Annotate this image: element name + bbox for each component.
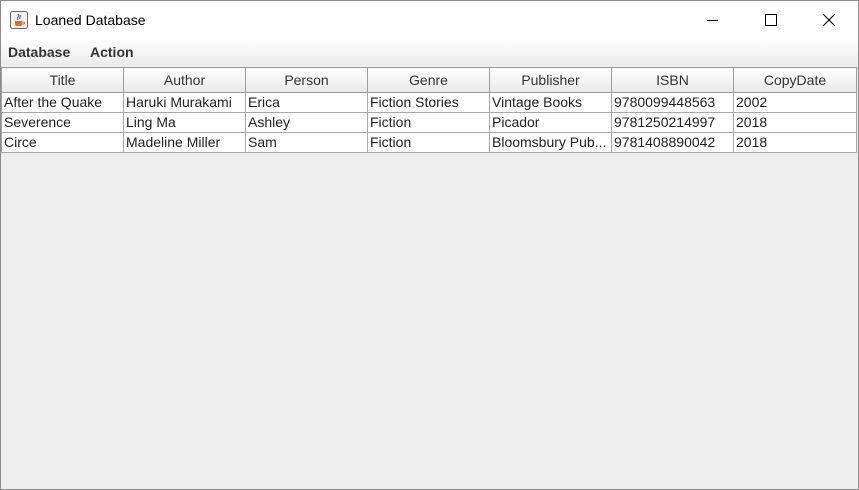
title-bar[interactable]: Loaned Database [1, 1, 858, 39]
cell-isbn[interactable]: 9780099448563 [611, 92, 734, 113]
cell-copydate[interactable]: 2002 [733, 92, 857, 113]
cell-author[interactable]: Madeline Miller [123, 132, 246, 153]
column-header-author[interactable]: Author [123, 67, 246, 93]
minimize-icon [707, 20, 718, 21]
maximize-icon [765, 14, 777, 26]
cell-person[interactable]: Erica [245, 92, 368, 113]
cell-title[interactable]: After the Quake [1, 92, 124, 113]
cell-title[interactable]: Circe [1, 132, 124, 153]
cell-copydate[interactable]: 2018 [733, 112, 857, 133]
cell-author[interactable]: Haruki Murakami [123, 92, 246, 113]
cell-publisher[interactable]: Bloomsbury Pub... [489, 132, 612, 153]
minimize-button[interactable] [684, 1, 742, 39]
cell-title[interactable]: Severence [1, 112, 124, 133]
table-row[interactable]: Circe Madeline Miller Sam Fiction Blooms… [1, 132, 857, 153]
cell-genre[interactable]: Fiction Stories [367, 92, 490, 113]
column-header-person[interactable]: Person [245, 67, 368, 93]
close-icon [822, 13, 836, 27]
cell-genre[interactable]: Fiction [367, 112, 490, 133]
cell-author[interactable]: Ling Ma [123, 112, 246, 133]
cell-publisher[interactable]: Vintage Books [489, 92, 612, 113]
column-header-genre[interactable]: Genre [367, 67, 490, 93]
java-cup-icon [10, 11, 28, 29]
window-title: Loaned Database [35, 12, 146, 28]
menu-action[interactable]: Action [89, 43, 135, 61]
column-header-isbn[interactable]: ISBN [611, 67, 734, 93]
column-header-publisher[interactable]: Publisher [489, 67, 612, 93]
table-viewport: Title Author Person Genre Publisher ISBN… [1, 67, 858, 489]
cell-genre[interactable]: Fiction [367, 132, 490, 153]
table-row[interactable]: After the Quake Haruki Murakami Erica Fi… [1, 92, 857, 113]
column-header-title[interactable]: Title [1, 67, 124, 93]
menu-database[interactable]: Database [7, 43, 71, 61]
table-row[interactable]: Severence Ling Ma Ashley Fiction Picador… [1, 112, 857, 133]
cell-person[interactable]: Sam [245, 132, 368, 153]
loans-table: Title Author Person Genre Publisher ISBN… [1, 67, 857, 153]
close-button[interactable] [800, 1, 858, 39]
cell-copydate[interactable]: 2018 [733, 132, 857, 153]
menu-bar: Database Action [1, 39, 858, 65]
cell-publisher[interactable]: Picador [489, 112, 612, 133]
maximize-button[interactable] [742, 1, 800, 39]
cell-isbn[interactable]: 9781250214997 [611, 112, 734, 133]
column-header-copydate[interactable]: CopyDate [733, 67, 857, 93]
cell-isbn[interactable]: 9781408890042 [611, 132, 734, 153]
app-window: Loaned Database Database Action Title Au… [0, 0, 859, 490]
cell-person[interactable]: Ashley [245, 112, 368, 133]
table-header-row: Title Author Person Genre Publisher ISBN… [1, 67, 857, 93]
